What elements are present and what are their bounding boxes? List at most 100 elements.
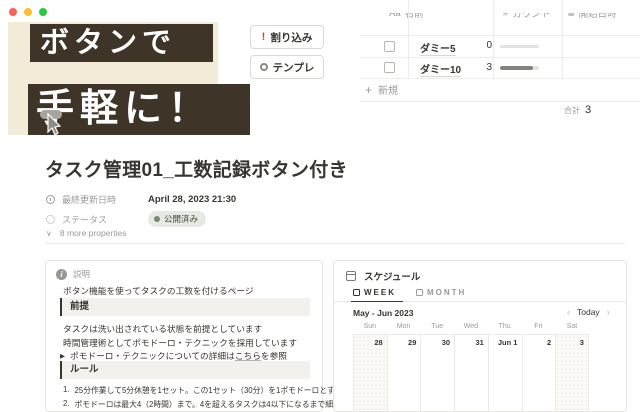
callout-header: 説明: [73, 268, 90, 280]
more-properties-button[interactable]: ∨ 8 more properties: [46, 228, 126, 238]
table-header-date: ▦ 開始日時: [568, 13, 638, 22]
toggle-arrow-icon[interactable]: ▶: [60, 352, 65, 360]
new-row-label: 新規: [378, 82, 398, 97]
property-value[interactable]: April 28, 2023 21:30: [148, 194, 236, 205]
aggregate-value: 3: [585, 104, 591, 116]
toggle-text-pre: ポモドーロ・テクニックについての詳細は: [70, 351, 235, 361]
table-header-count: # カウント: [503, 13, 575, 22]
zoom-window-button[interactable]: [39, 8, 47, 16]
tab-week[interactable]: WEEK: [353, 288, 396, 297]
clock-icon: [46, 195, 55, 204]
date-label: 3: [580, 338, 584, 347]
property-row-updated[interactable]: 最終更新日時 April 28, 2023 21:30: [46, 193, 236, 206]
tab-month[interactable]: MONTH: [416, 288, 466, 297]
list-number: 2.: [63, 399, 70, 410]
toggle-text-post: を参照: [261, 351, 287, 361]
divider: [45, 243, 625, 244]
more-properties-label: 8 more properties: [60, 228, 127, 238]
status-icon: [46, 215, 55, 224]
numbered-list-item[interactable]: 1. 25分作業して5分休憩を1セット。この1セット（30分）を1ポモドーロとす…: [63, 385, 343, 396]
date-label: 30: [442, 338, 450, 347]
table-new-row-button[interactable]: + 新規: [360, 78, 640, 101]
ring-icon: [260, 63, 268, 71]
progress-bar: [500, 45, 539, 49]
row-checkbox[interactable]: [384, 41, 395, 52]
day-header: Thu: [488, 323, 522, 330]
month-tab-icon: [416, 289, 423, 296]
page-title[interactable]: タスク管理01_工数記録ボタン付き: [45, 155, 348, 182]
toggle-link[interactable]: こちら: [235, 351, 261, 361]
column-header-startdate[interactable]: 開始日時: [579, 13, 617, 20]
row-checkbox[interactable]: [384, 62, 395, 73]
info-icon: i: [56, 269, 67, 280]
quote-block-rules[interactable]: ルール: [60, 361, 310, 379]
paragraph[interactable]: タスクは洗い出されている状態を前提としています: [63, 322, 262, 335]
day-header: Mon: [387, 323, 421, 330]
progress-bar: [500, 66, 539, 70]
day-header: Fri: [521, 323, 555, 330]
property-row-status[interactable]: ステータス 公開済み: [46, 211, 206, 227]
list-number: 1.: [63, 385, 70, 396]
day-header-row: Sun Mon Tue Wed Thu Fri Sat: [353, 323, 589, 330]
list-text: ポモドーロは最大4（2時間）まで。4を超えるタスクは4以下になるまで細分化: [75, 399, 349, 410]
title-column-icon: Aa: [389, 13, 401, 19]
table-aggregate[interactable]: 合計 3: [564, 104, 591, 116]
date-label: 28: [374, 338, 382, 347]
date-column-icon: ▦: [568, 13, 575, 17]
progress-fill: [500, 66, 533, 70]
month-tab-label: MONTH: [427, 288, 466, 297]
count-value[interactable]: 3: [450, 62, 492, 73]
week-grid: 28 29 30 31 Jun 1 2 3: [353, 334, 589, 411]
day-header: Sun: [353, 323, 387, 330]
calendar-range-label: May - Jun 2023: [353, 308, 413, 318]
numbered-list-item[interactable]: 2. ポモドーロは最大4（2時間）まで。4を超えるタスクは4以下になるまで細分化: [63, 399, 349, 410]
date-label: 2: [547, 338, 551, 347]
status-dot-icon: [154, 216, 160, 222]
table-header-row: Aa名前: [389, 13, 479, 22]
plus-icon: +: [365, 83, 372, 97]
week-tab-icon: [353, 289, 360, 296]
property-label: ステータス: [62, 213, 148, 226]
prev-week-button[interactable]: ‹: [567, 307, 570, 317]
status-badge[interactable]: 公開済み: [148, 211, 206, 227]
table-row[interactable]: ダミー5 0: [360, 35, 640, 57]
interrupt-button[interactable]: ! 割り込み: [250, 25, 324, 49]
exclamation-icon: !: [262, 31, 266, 43]
interrupt-button-label: 割り込み: [270, 30, 312, 45]
property-label: 最終更新日時: [62, 193, 148, 206]
status-badge-label: 公開済み: [164, 213, 198, 225]
next-week-button[interactable]: ›: [607, 307, 610, 317]
callout-intro-text[interactable]: ボタン機能を使ってタスクの工数を付けるページ: [63, 284, 254, 297]
day-header: Tue: [420, 323, 454, 330]
date-label: 29: [408, 338, 416, 347]
cursor-icon: [36, 108, 70, 135]
date-label: 31: [475, 338, 483, 347]
column-header-count[interactable]: カウント: [512, 13, 550, 20]
chevron-down-icon: ∨: [46, 229, 52, 238]
template-button[interactable]: テンプレ: [250, 55, 324, 79]
day-header: Wed: [454, 323, 488, 330]
number-column-icon: #: [503, 13, 508, 19]
week-tab-label: WEEK: [364, 288, 396, 297]
schedule-title: スケジュール: [364, 269, 420, 283]
cover-text-line1: ボタンで: [30, 24, 213, 62]
window-controls: [9, 8, 47, 16]
paragraph[interactable]: 時間管理術としてポモドーロ・テクニックを採用しています: [63, 336, 297, 349]
cover-image: ボタンで 手軽に！: [8, 22, 250, 135]
date-label: Jun 1: [498, 338, 518, 347]
count-value[interactable]: 0: [450, 40, 492, 51]
template-button-label: テンプレ: [273, 60, 315, 75]
list-text: 25分作業して5分休憩を1セット。この1セット（30分）を1ポモドーロとする: [75, 385, 343, 396]
table-row[interactable]: ダミー10 3: [360, 57, 640, 78]
aggregate-label: 合計: [564, 105, 580, 116]
minimize-window-button[interactable]: [24, 8, 32, 16]
description-callout: i 説明 ボタン機能を使ってタスクの工数を付けるページ 前提 タスクは洗い出され…: [45, 260, 323, 412]
active-tab-underline: [351, 301, 403, 303]
today-button[interactable]: Today: [577, 307, 600, 317]
quote-block-premise[interactable]: 前提: [60, 298, 310, 316]
tasks-table: Aa名前 # カウント ▦ 開始日時 ダミー5 0 ダミー10 3 + 新規 合計: [360, 0, 640, 120]
schedule-card: スケジュール WEEK MONTH May - Jun 2023 ‹ Today…: [333, 260, 627, 412]
day-header: Sat: [555, 323, 589, 330]
close-window-button[interactable]: [9, 8, 17, 16]
calendar-icon: [346, 271, 356, 281]
